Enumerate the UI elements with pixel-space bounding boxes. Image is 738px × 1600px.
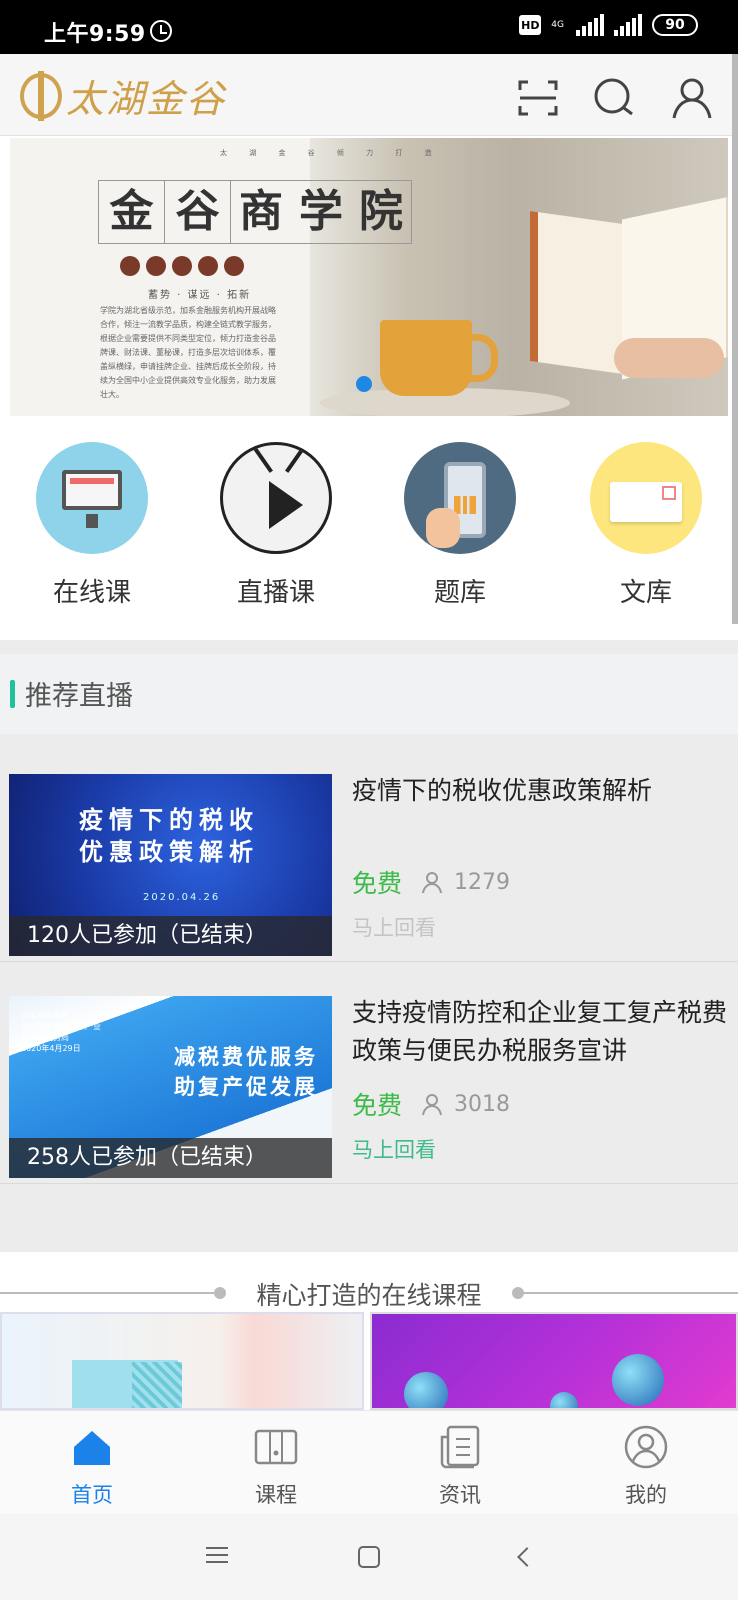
live-thumbnail: 疫情下的税收 优惠政策解析 2020.04.26 120人已参加（已结束） (9, 774, 332, 956)
section-accent-bar (10, 680, 15, 708)
logo-text: 太湖金谷 (66, 77, 227, 121)
user-icon[interactable] (670, 76, 714, 120)
joined-count: 258人已参加（已结束） (9, 1138, 332, 1178)
banner-top-text: 太 湖 金 谷 倾 力 打 造 (220, 149, 442, 157)
banner-icon-row (120, 256, 244, 276)
thumbnail-date: 2020.04.26 (143, 892, 221, 903)
category-label: 题库 (433, 578, 486, 608)
category-question-bank[interactable]: 题库 (390, 442, 530, 609)
recommended-header: 推荐直播 (0, 654, 738, 734)
course-card[interactable] (0, 1312, 364, 1410)
search-icon[interactable] (592, 76, 636, 120)
network-label: 4G (551, 19, 564, 30)
tab-profile[interactable]: 我的 (586, 1425, 706, 1509)
banner-title-char: 院 (359, 186, 403, 237)
news-icon (438, 1425, 482, 1469)
price-label: 免费 (352, 869, 403, 898)
thumbnail-org-text: 国家税务总局 苏州国家高新技术产业 开发区税务局 2020年4月29日 (21, 1011, 101, 1053)
phone-chart-icon (404, 442, 516, 554)
tab-news[interactable]: 资讯 (400, 1425, 520, 1509)
courses-header: 精心打造的在线课程 (0, 1252, 738, 1312)
tab-label: 我的 (625, 1483, 667, 1507)
course-card[interactable] (370, 1312, 738, 1410)
system-nav (0, 1514, 738, 1600)
tab-label: 首页 (71, 1483, 113, 1507)
replay-link[interactable]: 马上回看 (352, 1134, 436, 1164)
banner-title-char: 谷 (165, 181, 231, 243)
tab-label: 课程 (255, 1483, 297, 1507)
course-icon (254, 1425, 298, 1469)
price-label: 免费 (352, 1091, 403, 1120)
banner-tags: 蓄势 · 谋远 · 拓新 (148, 290, 252, 301)
thumbnail-text: 疫情下的税收 优惠政策解析 (79, 806, 259, 866)
category-label: 直播课 (236, 578, 315, 608)
app-header: 太湖金谷 (0, 54, 738, 136)
bottom-nav: 首页 课程 资讯 我的 (0, 1410, 738, 1514)
replay-link[interactable]: 马上回看 (352, 912, 436, 942)
tv-play-icon (220, 442, 332, 554)
promo-banner[interactable]: 太 湖 金 谷 倾 力 打 造 金 谷 商 学 院 蓄势 · 谋远 · 拓新 学… (10, 138, 728, 416)
courses-title: 精心打造的在线课程 (256, 1281, 482, 1310)
joined-count: 120人已参加（已结束） (9, 916, 332, 956)
category-label: 在线课 (52, 578, 131, 608)
live-item[interactable]: 疫情下的税收 优惠政策解析 2020.04.26 120人已参加（已结束） 疫情… (0, 740, 738, 962)
hd-badge: HD (519, 15, 542, 35)
live-title[interactable]: 支持疫情防控和企业复工复产税费政策与便民办税服务宣讲 (352, 994, 728, 1070)
menu-icon[interactable] (202, 1542, 232, 1572)
tab-courses[interactable]: 课程 (216, 1425, 336, 1509)
scan-icon[interactable] (516, 76, 560, 120)
status-time: 上午9:59 (44, 22, 146, 47)
tab-label: 资讯 (439, 1483, 481, 1507)
monitor-icon (36, 442, 148, 554)
category-library[interactable]: 文库 (576, 442, 716, 609)
coffee-cup-image (380, 320, 498, 396)
live-meta: 免费 3018 (352, 1086, 510, 1122)
logo: 太湖金谷 (20, 68, 226, 123)
banner-title-char: 学 (299, 186, 343, 237)
signal-2-icon (614, 14, 642, 36)
logo-mark-icon (20, 70, 62, 121)
home-button-icon[interactable] (354, 1542, 384, 1572)
live-item[interactable]: 国家税务总局 苏州国家高新技术产业 开发区税务局 2020年4月29日 减税费优… (0, 962, 738, 1184)
category-live-course[interactable]: 直播课 (206, 442, 346, 609)
banner-title-char: 金 (99, 181, 165, 243)
course-image-shape (612, 1354, 664, 1406)
envelope-icon (590, 442, 702, 554)
category-label: 文库 (619, 578, 672, 608)
person-icon (420, 1092, 444, 1116)
live-title[interactable]: 疫情下的税收优惠政策解析 (352, 772, 728, 810)
banner-title: 金 谷 商 学 院 (98, 180, 412, 244)
course-image-shape (132, 1362, 182, 1408)
section-title: 推荐直播 (25, 681, 133, 712)
tab-home[interactable]: 首页 (32, 1425, 152, 1509)
profile-icon (624, 1425, 668, 1469)
hand-image (614, 338, 724, 378)
live-meta: 免费 1279 (352, 864, 510, 900)
divider-line (520, 1292, 738, 1294)
category-online-course[interactable]: 在线课 (22, 442, 162, 609)
banner-description: 学院为湖北省级示范，加系金融服务机构开展战略合作，倾注一流教学品质，构建全链式教… (100, 306, 276, 399)
viewer-count: 1279 (454, 869, 511, 895)
viewer-count: 3018 (454, 1091, 511, 1117)
banner-page-dot[interactable] (356, 376, 372, 392)
thumbnail-text: 减税费优服务 助复产促发展 (174, 1045, 318, 1099)
status-indicators: HD 4G 90 (519, 14, 698, 36)
alarm-icon (150, 20, 172, 42)
category-nav: 在线课 直播课 题库 文库 (0, 430, 738, 626)
course-image-shape (550, 1392, 578, 1408)
status-bar: 上午9:59 HD 4G 90 (0, 0, 738, 54)
live-list: 疫情下的税收 优惠政策解析 2020.04.26 120人已参加（已结束） 疫情… (0, 740, 738, 1184)
home-icon (70, 1425, 114, 1469)
banner-title-char: 商 (239, 186, 283, 237)
back-icon[interactable] (512, 1542, 542, 1572)
live-thumbnail: 国家税务总局 苏州国家高新技术产业 开发区税务局 2020年4月29日 减税费优… (9, 996, 332, 1178)
signal-icon (576, 14, 604, 36)
battery-icon: 90 (652, 14, 698, 36)
course-image-shape (404, 1372, 448, 1408)
person-icon (420, 870, 444, 894)
